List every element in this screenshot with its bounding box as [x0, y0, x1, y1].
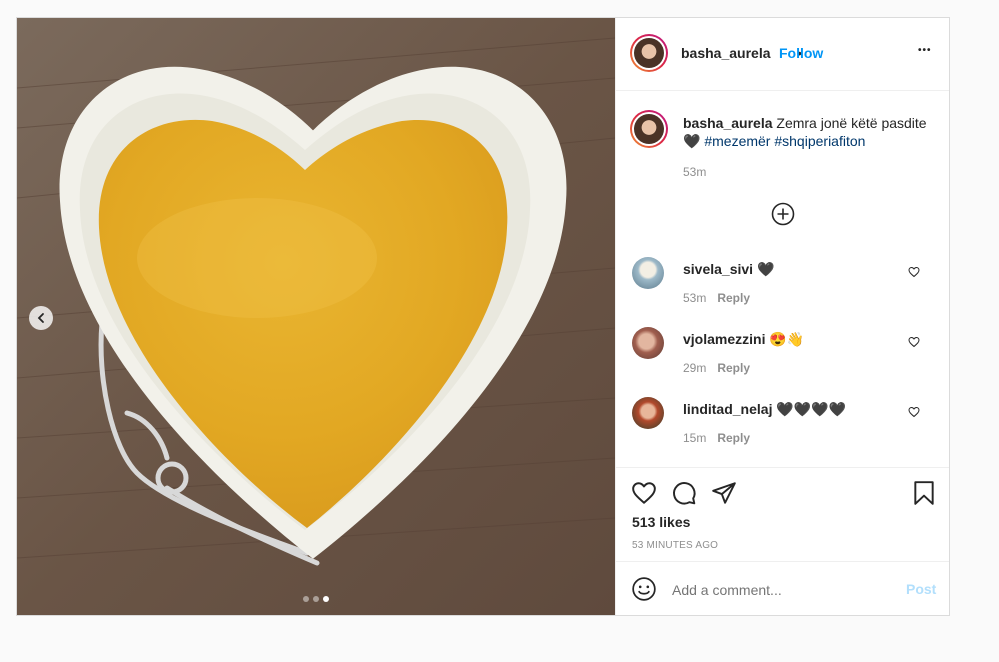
comment-time: 53m	[683, 291, 707, 305]
commenter-avatar[interactable]	[632, 327, 664, 359]
carousel-dot	[313, 596, 319, 602]
comment-time: 29m	[683, 361, 707, 375]
share-icon[interactable]	[711, 480, 737, 506]
caption-time: 53m	[683, 165, 707, 179]
commenter-username[interactable]: vjolamezzini	[683, 331, 765, 347]
reply-button[interactable]: Reply	[717, 291, 750, 305]
comment-meta: 15m Reply	[683, 431, 750, 445]
emoji-icon[interactable]	[631, 576, 657, 602]
caption-body: basha_aurela Zemra jonë këtë pasdite 🖤 #…	[683, 114, 933, 150]
comment-text: 😍👋	[769, 331, 805, 347]
bookmark-icon[interactable]	[911, 480, 937, 506]
like-count[interactable]: 513 likes	[632, 514, 690, 530]
comment-body: vjolamezzini 😍👋	[683, 330, 903, 348]
chevron-left-icon	[37, 313, 44, 323]
reply-button[interactable]: Reply	[717, 361, 750, 375]
post-header: basha_aurela • Follow •••	[616, 18, 949, 91]
caption-heart: 🖤	[683, 133, 701, 149]
post-actions: 513 likes 53 MINUTES AGO	[616, 467, 949, 563]
author-avatar[interactable]	[630, 34, 668, 72]
comment-time: 15m	[683, 431, 707, 445]
carousel-dot-active	[323, 596, 329, 602]
heart-pan-image	[17, 18, 615, 615]
more-icon[interactable]: •••	[918, 45, 932, 56]
commenter-username[interactable]: sivela_sivi	[683, 261, 753, 277]
caption-username[interactable]: basha_aurela	[683, 115, 773, 131]
post-timestamp[interactable]: 53 MINUTES AGO	[632, 540, 718, 551]
commenter-avatar[interactable]	[632, 397, 664, 429]
caption-text: Zemra jonë këtë pasdite	[776, 115, 927, 131]
comment-text: 🖤	[756, 261, 775, 277]
hashtag-link[interactable]: #shqiperiafiton	[774, 133, 865, 149]
comment-like-icon[interactable]	[908, 336, 920, 348]
author-username[interactable]: basha_aurela	[681, 45, 771, 61]
comment-input[interactable]	[670, 578, 894, 602]
post-comment-button[interactable]: Post	[906, 581, 936, 597]
heart-icon[interactable]	[631, 480, 657, 506]
comment-meta: 53m Reply	[683, 291, 750, 305]
caption-avatar[interactable]	[630, 110, 668, 148]
comment-like-icon[interactable]	[908, 406, 920, 418]
post-card: basha_aurela • Follow ••• basha_aurela Z…	[16, 17, 950, 616]
post-photo[interactable]	[17, 18, 615, 615]
comment-body: sivela_sivi 🖤	[683, 260, 903, 278]
reply-button[interactable]: Reply	[717, 431, 750, 445]
comment-meta: 29m Reply	[683, 361, 750, 375]
commenter-username[interactable]: linditad_nelaj	[683, 401, 772, 417]
comment-text: 🖤🖤🖤🖤	[776, 401, 847, 417]
follow-button[interactable]: Follow	[779, 45, 823, 61]
add-circle-icon[interactable]	[771, 202, 795, 226]
commenter-avatar[interactable]	[632, 257, 664, 289]
post-sidebar: basha_aurela • Follow ••• basha_aurela Z…	[615, 18, 949, 615]
previous-image-button[interactable]	[29, 306, 53, 330]
carousel-dot	[303, 596, 309, 602]
hashtag-link[interactable]: #mezemër	[704, 133, 770, 149]
comment-body: linditad_nelaj 🖤🖤🖤🖤	[683, 400, 903, 418]
comment-like-icon[interactable]	[908, 266, 920, 278]
comment-icon[interactable]	[671, 480, 697, 506]
add-comment-bar: Post	[616, 561, 949, 616]
